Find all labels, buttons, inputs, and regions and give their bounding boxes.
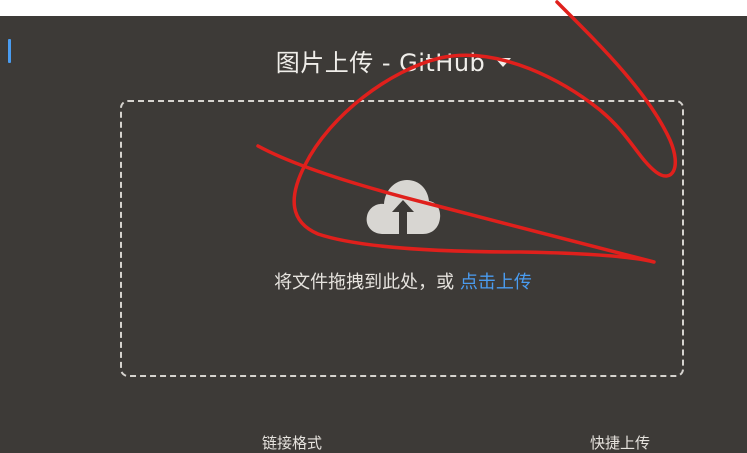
cloud-upload-icon bbox=[366, 180, 441, 234]
top-bar bbox=[0, 0, 747, 16]
drop-instruction: 将文件拖拽到此处，或 点击上传 bbox=[0, 268, 747, 294]
uploader-selector[interactable]: 图片上传 - GitHub bbox=[0, 40, 747, 80]
upload-dropzone[interactable] bbox=[120, 100, 684, 377]
page-title: 图片上传 - GitHub bbox=[275, 48, 486, 77]
click-upload-link[interactable]: 点击上传 bbox=[460, 272, 532, 293]
drop-instruction-text: 将文件拖拽到此处，或 bbox=[274, 272, 455, 293]
chevron-down-icon[interactable] bbox=[495, 57, 512, 67]
